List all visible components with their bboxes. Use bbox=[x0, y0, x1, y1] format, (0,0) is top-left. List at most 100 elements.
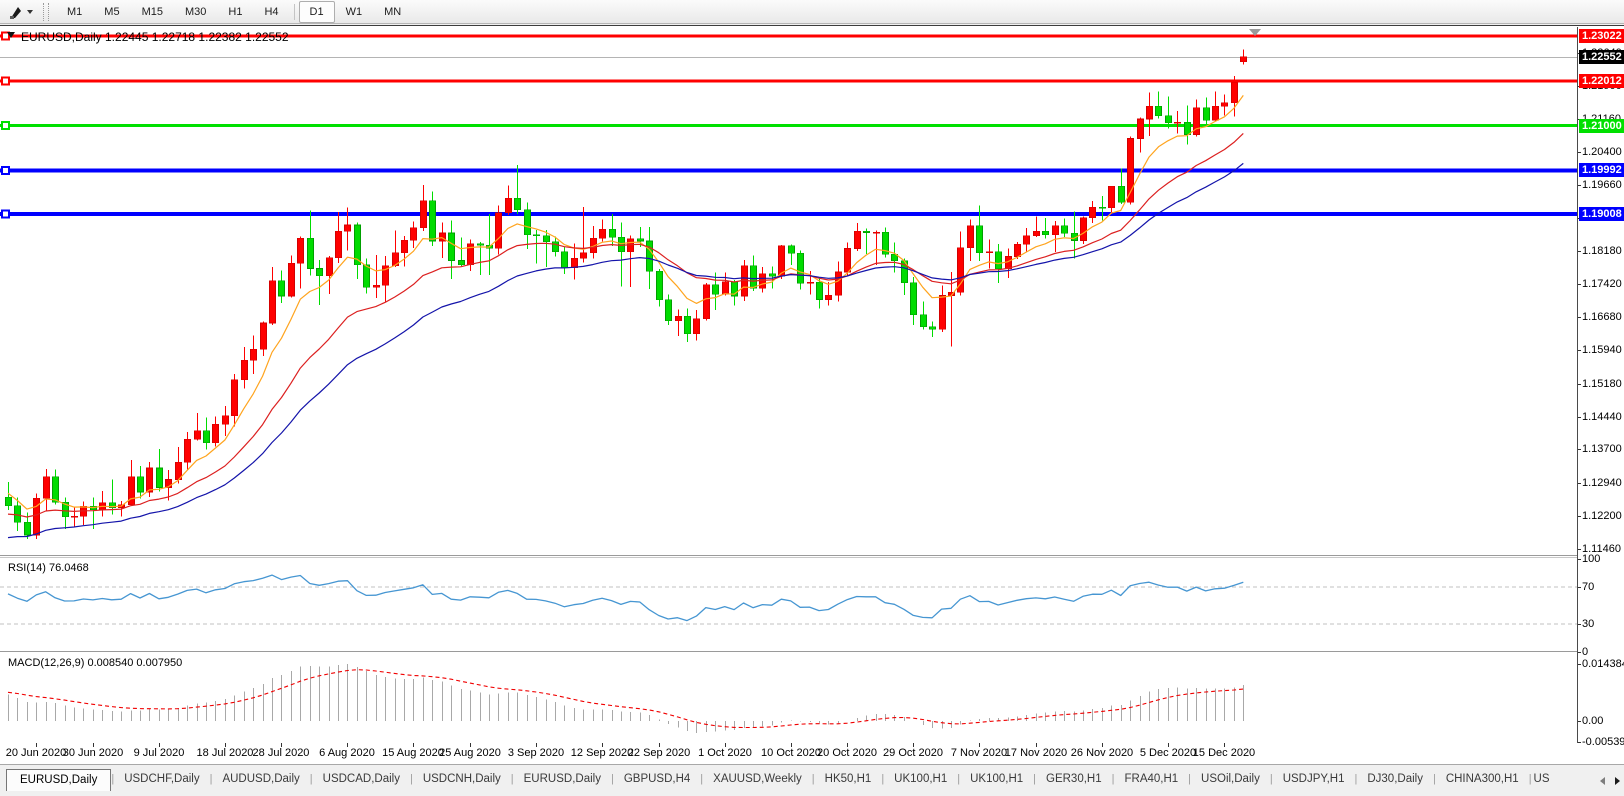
chart-tab-uk100-h1[interactable]: UK100,H1 bbox=[960, 769, 1033, 791]
timeframe-button-mn[interactable]: MN bbox=[373, 1, 412, 23]
chart-tab-fra40-h1[interactable]: FRA40,H1 bbox=[1114, 769, 1188, 791]
candlestick[interactable] bbox=[525, 210, 531, 235]
line-anchor-handle[interactable] bbox=[2, 167, 9, 174]
price-axis[interactable]: 1.226401.219001.211601.204001.196601.189… bbox=[1578, 27, 1624, 763]
candlestick[interactable] bbox=[251, 349, 257, 360]
candlestick[interactable] bbox=[704, 285, 710, 319]
chart-tab-usdchf-daily[interactable]: USDCHF,Daily bbox=[114, 769, 209, 791]
candlestick[interactable] bbox=[1090, 207, 1096, 218]
candlestick[interactable] bbox=[845, 249, 851, 273]
chart-tab-audusd-daily[interactable]: AUDUSD,Daily bbox=[212, 769, 309, 791]
main-price-chart[interactable] bbox=[0, 27, 1577, 555]
candlestick[interactable] bbox=[1081, 218, 1087, 241]
candlestick[interactable] bbox=[327, 258, 333, 276]
candlestick[interactable] bbox=[930, 327, 936, 330]
candlestick[interactable] bbox=[798, 253, 804, 283]
line-anchor-handle[interactable] bbox=[2, 122, 9, 129]
candlestick[interactable] bbox=[713, 285, 719, 294]
candlestick[interactable] bbox=[478, 244, 484, 246]
tab-scroll-left-icon[interactable] bbox=[1600, 777, 1605, 785]
candlestick[interactable] bbox=[53, 477, 59, 502]
candlestick[interactable] bbox=[638, 239, 644, 241]
candlestick[interactable] bbox=[1053, 226, 1059, 235]
candlestick[interactable] bbox=[600, 229, 606, 238]
timeframe-button-m5[interactable]: M5 bbox=[93, 1, 130, 23]
candlestick[interactable] bbox=[185, 439, 191, 462]
candlestick[interactable] bbox=[562, 252, 568, 268]
symbol-dropdown-icon[interactable] bbox=[7, 32, 15, 38]
candlestick[interactable] bbox=[874, 232, 880, 233]
candlestick[interactable] bbox=[1232, 83, 1238, 103]
timeframe-button-h4[interactable]: H4 bbox=[253, 1, 289, 23]
candlestick[interactable] bbox=[572, 258, 578, 267]
candlestick[interactable] bbox=[817, 282, 823, 299]
chart-tab-usdcad-daily[interactable]: USDCAD,Daily bbox=[313, 769, 410, 791]
candlestick[interactable] bbox=[308, 238, 314, 268]
candlestick[interactable] bbox=[213, 424, 219, 443]
candlestick[interactable] bbox=[459, 260, 465, 264]
chart-tab-uk100-h1[interactable]: UK100,H1 bbox=[884, 769, 957, 791]
candlestick[interactable] bbox=[138, 477, 144, 492]
candlestick[interactable] bbox=[1204, 108, 1210, 120]
candlestick[interactable] bbox=[553, 242, 559, 252]
candlestick[interactable] bbox=[911, 283, 917, 315]
candlestick[interactable] bbox=[855, 231, 861, 248]
macd-indicator-pane[interactable] bbox=[0, 653, 1577, 743]
candlestick[interactable] bbox=[261, 323, 267, 349]
candlestick[interactable] bbox=[968, 226, 974, 248]
candlestick[interactable] bbox=[1175, 122, 1181, 123]
chart-tab-china300-h1[interactable]: CHINA300,H1 bbox=[1436, 769, 1529, 791]
candlestick[interactable] bbox=[1034, 231, 1040, 235]
candlestick[interactable] bbox=[515, 198, 521, 210]
chart-tab-eurusd-daily[interactable]: EURUSD,Daily bbox=[514, 769, 611, 791]
candlestick[interactable] bbox=[610, 229, 616, 237]
chart-tab-partial[interactable]: US bbox=[1532, 769, 1551, 791]
candlestick[interactable] bbox=[232, 380, 238, 416]
candlestick[interactable] bbox=[204, 431, 210, 443]
candlestick[interactable] bbox=[921, 315, 927, 327]
candlestick[interactable] bbox=[1043, 231, 1049, 235]
candlestick[interactable] bbox=[1100, 207, 1106, 208]
tab-scroll-right-icon[interactable] bbox=[1615, 777, 1620, 785]
candlestick[interactable] bbox=[544, 236, 550, 242]
candlestick[interactable] bbox=[1024, 236, 1030, 244]
rsi-indicator-pane[interactable] bbox=[0, 558, 1577, 651]
candlestick[interactable] bbox=[223, 416, 229, 424]
candlestick[interactable] bbox=[129, 477, 135, 505]
candlestick[interactable] bbox=[864, 231, 870, 232]
timeframe-button-d1[interactable]: D1 bbox=[299, 1, 335, 23]
pane-divider[interactable] bbox=[0, 555, 1577, 556]
candlestick[interactable] bbox=[666, 300, 672, 321]
date-axis[interactable]: 20 Jun 202030 Jun 20209 Jul 202018 Jul 2… bbox=[0, 743, 1577, 763]
candlestick[interactable] bbox=[430, 201, 436, 241]
candlestick[interactable] bbox=[751, 266, 757, 289]
chart-tab-usdcnh-daily[interactable]: USDCNH,Daily bbox=[413, 769, 511, 791]
line-anchor-handle[interactable] bbox=[2, 211, 9, 218]
candlestick[interactable] bbox=[242, 360, 248, 380]
pane-divider[interactable] bbox=[0, 651, 1577, 652]
timeframe-button-m1[interactable]: M1 bbox=[56, 1, 93, 23]
candlestick[interactable] bbox=[279, 281, 285, 296]
candlestick[interactable] bbox=[1241, 57, 1247, 62]
candlestick[interactable] bbox=[657, 271, 663, 300]
chart-tab-usdjpy-h1[interactable]: USDJPY,H1 bbox=[1273, 769, 1355, 791]
candlestick[interactable] bbox=[298, 238, 304, 263]
candlestick[interactable] bbox=[977, 226, 983, 253]
candlestick[interactable] bbox=[317, 268, 323, 275]
candlestick[interactable] bbox=[694, 319, 700, 334]
timeframe-button-w1[interactable]: W1 bbox=[335, 1, 374, 23]
line-anchor-handle[interactable] bbox=[2, 77, 9, 84]
toolbar-grip[interactable] bbox=[43, 3, 49, 21]
candlestick[interactable] bbox=[336, 231, 342, 258]
candlestick[interactable] bbox=[345, 225, 351, 231]
chart-tab-gbpusd-h4[interactable]: GBPUSD,H4 bbox=[614, 769, 700, 791]
candlestick[interactable] bbox=[25, 522, 31, 535]
candlestick[interactable] bbox=[676, 316, 682, 320]
candlestick[interactable] bbox=[1119, 186, 1125, 202]
candlestick[interactable] bbox=[534, 235, 540, 236]
candlestick[interactable] bbox=[270, 281, 276, 323]
candlestick[interactable] bbox=[1138, 119, 1144, 139]
candlestick[interactable] bbox=[808, 282, 814, 283]
candlestick[interactable] bbox=[789, 246, 795, 254]
candlestick[interactable] bbox=[15, 506, 21, 522]
